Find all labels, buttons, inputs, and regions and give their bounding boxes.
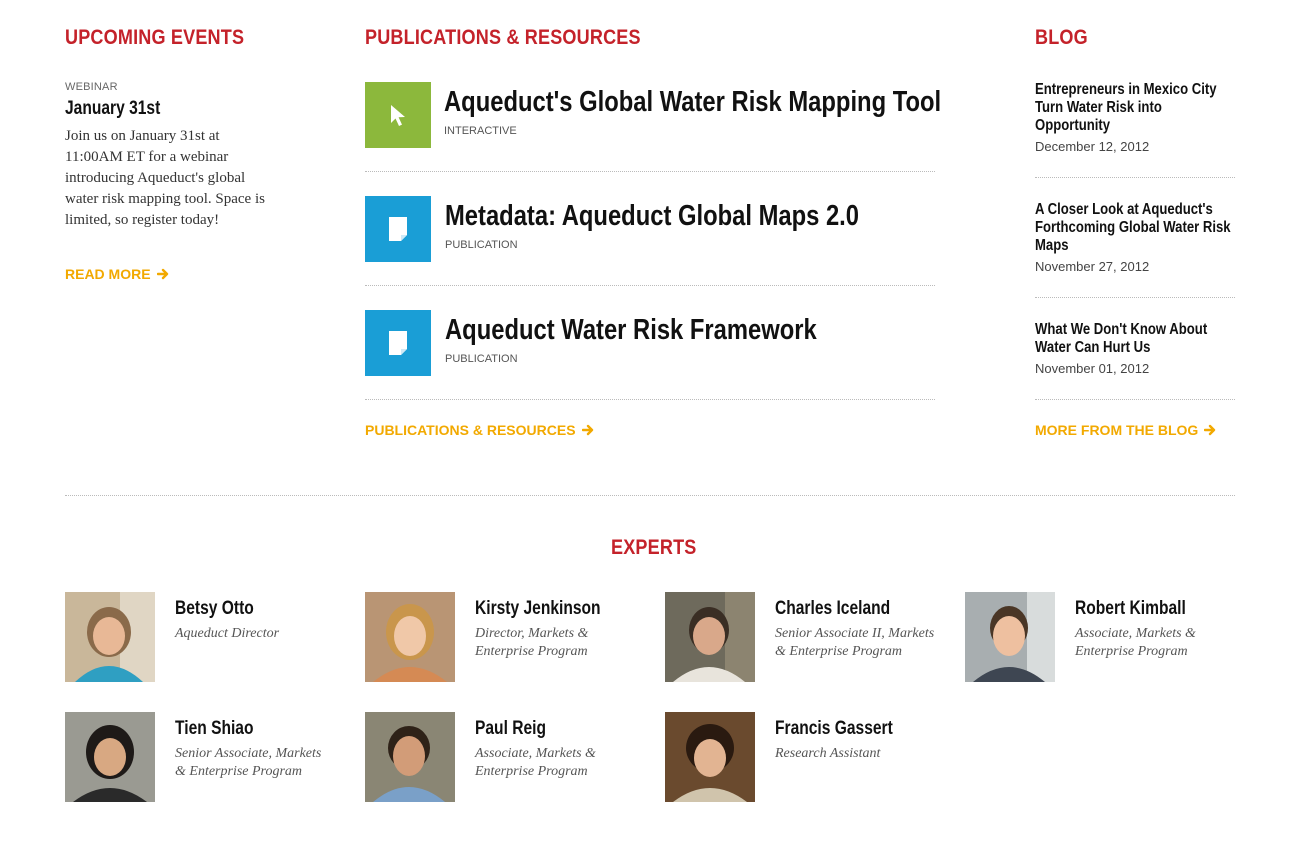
expert-card[interactable]: Tien Shiao Senior Associate, Markets & E…: [65, 712, 335, 812]
expert-name[interactable]: Tien Shiao: [175, 718, 254, 740]
publications-heading: PUBLICATIONS & RESOURCES: [365, 26, 641, 49]
document-icon: [389, 331, 407, 355]
expert-photo[interactable]: [365, 712, 455, 802]
publications-more-link[interactable]: PUBLICATIONS & RESOURCES: [365, 422, 594, 438]
publication-item[interactable]: Metadata: Aqueduct Global Maps 2.0 PUBLI…: [365, 196, 935, 264]
expert-photo[interactable]: [65, 712, 155, 802]
expert-photo[interactable]: [65, 592, 155, 682]
blog-post-title[interactable]: A Closer Look at Aqueduct's Forthcoming …: [1035, 201, 1232, 255]
event-description: Join us on January 31st at 11:00AM ET fo…: [65, 128, 265, 228]
expert-card[interactable]: Betsy Otto Aqueduct Director: [65, 592, 335, 692]
publication-tile: [365, 196, 431, 262]
divider: [365, 171, 935, 172]
publication-tile: [365, 310, 431, 376]
publication-title[interactable]: Aqueduct Water Risk Framework: [445, 314, 817, 347]
arrow-right-icon: [581, 424, 593, 436]
expert-role: Associate, Markets & Enterprise Program: [1075, 626, 1196, 659]
expert-photo[interactable]: [665, 592, 755, 682]
publication-title[interactable]: Aqueduct's Global Water Risk Mapping Too…: [444, 86, 941, 119]
blog-post[interactable]: Entrepreneurs in Mexico City Turn Water …: [1035, 81, 1235, 154]
arrow-right-icon: [1204, 424, 1216, 436]
expert-card[interactable]: Charles Iceland Senior Associate II, Mar…: [665, 592, 935, 692]
expert-role: Research Assistant: [775, 746, 881, 761]
divider: [1035, 297, 1235, 298]
expert-name[interactable]: Betsy Otto: [175, 598, 254, 620]
expert-name[interactable]: Robert Kimball: [1075, 598, 1186, 620]
blog-more-link[interactable]: MORE FROM THE BLOG: [1035, 422, 1216, 438]
expert-card[interactable]: Francis Gassert Research Assistant: [665, 712, 935, 812]
expert-role: Senior Associate II, Markets & Enterpris…: [775, 626, 935, 659]
read-more-link[interactable]: READ MORE: [65, 266, 169, 282]
section-divider: [65, 495, 1235, 496]
cursor-icon: [391, 105, 405, 126]
publication-type: PUBLICATION: [445, 239, 518, 251]
blog-heading: BLOG: [1035, 26, 1088, 49]
expert-name[interactable]: Kirsty Jenkinson: [475, 598, 601, 620]
divider: [365, 399, 935, 400]
expert-photo[interactable]: [665, 712, 755, 802]
events-heading: UPCOMING EVENTS: [65, 26, 245, 49]
blog-post[interactable]: A Closer Look at Aqueduct's Forthcoming …: [1035, 201, 1235, 274]
blog-post-date: December 12, 2012: [1035, 139, 1150, 154]
read-more-label: READ MORE: [65, 266, 151, 282]
divider: [1035, 177, 1235, 178]
expert-role: Director, Markets & Enterprise Program: [475, 626, 589, 659]
expert-photo[interactable]: [965, 592, 1055, 682]
expert-card[interactable]: Robert Kimball Associate, Markets & Ente…: [965, 592, 1235, 692]
publication-title[interactable]: Metadata: Aqueduct Global Maps 2.0: [445, 200, 859, 233]
document-icon: [389, 217, 407, 241]
expert-photo[interactable]: [365, 592, 455, 682]
expert-name[interactable]: Paul Reig: [475, 718, 546, 740]
publication-type: INTERACTIVE: [444, 125, 517, 137]
divider: [1035, 399, 1235, 400]
expert-name[interactable]: Francis Gassert: [775, 718, 893, 740]
expert-name[interactable]: Charles Iceland: [775, 598, 890, 620]
event-type-label: WEBINAR: [65, 81, 118, 93]
publication-item[interactable]: Aqueduct's Global Water Risk Mapping Too…: [365, 82, 941, 150]
interactive-tile: [365, 82, 431, 148]
blog-post-title[interactable]: What We Don't Know About Water Can Hurt …: [1035, 321, 1232, 357]
experts-heading: EXPERTS: [611, 536, 697, 559]
event-date[interactable]: January 31st: [65, 98, 160, 120]
arrow-right-icon: [156, 268, 168, 280]
publications-more-label: PUBLICATIONS & RESOURCES: [365, 422, 576, 438]
publication-item[interactable]: Aqueduct Water Risk Framework PUBLICATIO…: [365, 310, 935, 378]
expert-card[interactable]: Kirsty Jenkinson Director, Markets & Ent…: [365, 592, 635, 692]
expert-card[interactable]: Paul Reig Associate, Markets & Enterpris…: [365, 712, 635, 812]
blog-post-date: November 27, 2012: [1035, 259, 1150, 274]
blog-post-date: November 01, 2012: [1035, 361, 1150, 376]
publication-type: PUBLICATION: [445, 353, 518, 365]
expert-role: Aqueduct Director: [175, 626, 280, 641]
expert-role: Senior Associate, Markets & Enterprise P…: [175, 746, 322, 779]
divider: [365, 285, 935, 286]
blog-post-title[interactable]: Entrepreneurs in Mexico City Turn Water …: [1035, 81, 1232, 135]
expert-role: Associate, Markets & Enterprise Program: [475, 746, 596, 779]
blog-more-label: MORE FROM THE BLOG: [1035, 422, 1199, 438]
blog-post[interactable]: What We Don't Know About Water Can Hurt …: [1035, 321, 1235, 376]
